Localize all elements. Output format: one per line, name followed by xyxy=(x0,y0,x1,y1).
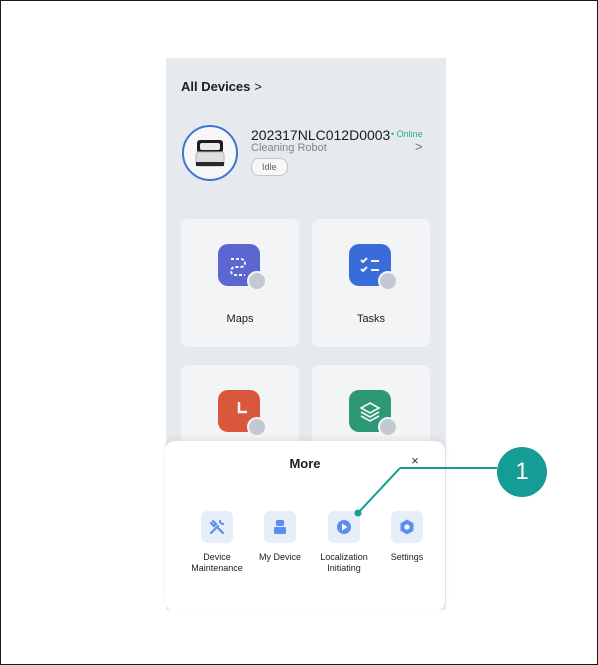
callout-marker: 1 xyxy=(497,447,547,497)
callout-leader-line xyxy=(354,467,497,517)
